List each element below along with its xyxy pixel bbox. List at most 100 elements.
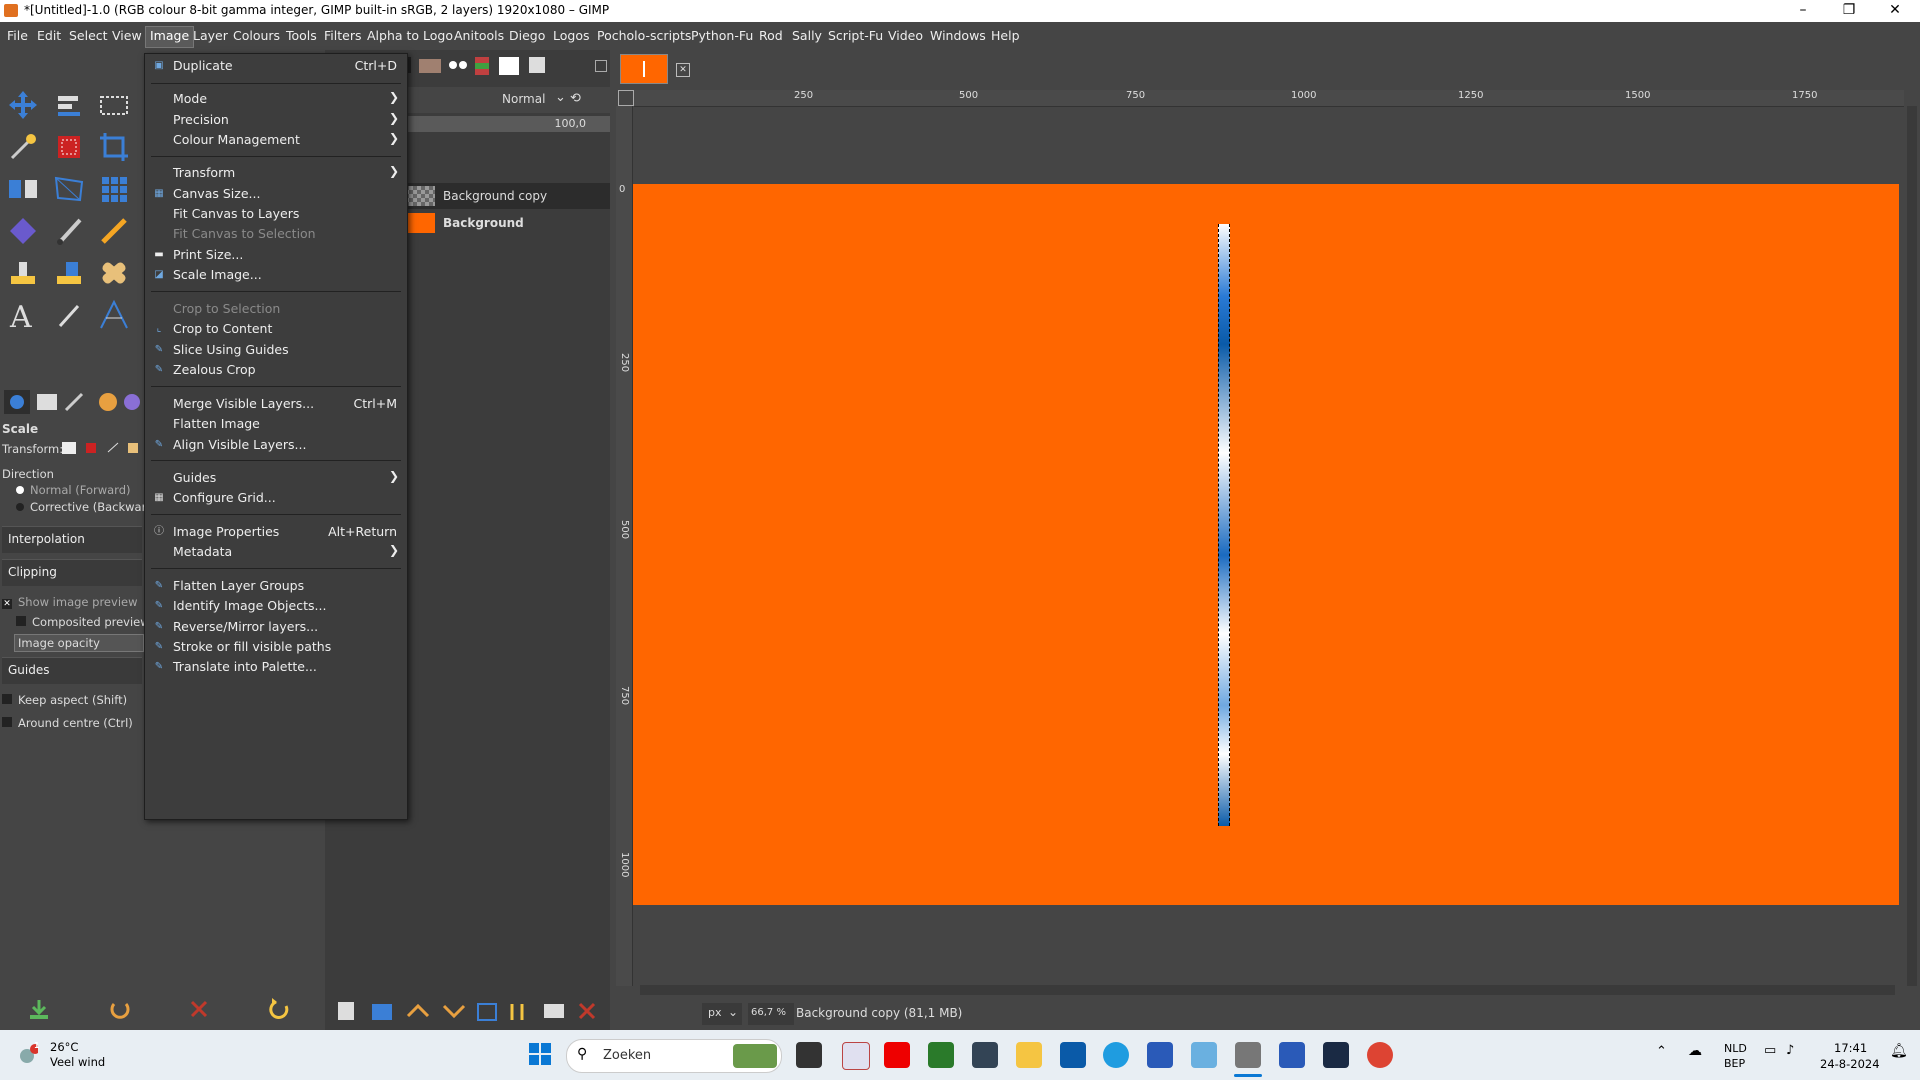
layer-mode-select[interactable]: Normal	[502, 92, 545, 106]
tray-chevron-icon[interactable]: ⌃	[1656, 1044, 1667, 1059]
menu-alpha-to-logo[interactable]: Alpha to Logo	[367, 28, 453, 46]
menu-item-scale-image[interactable]: ◪ Scale Image...	[145, 263, 407, 287]
volume-icon[interactable]: ♪	[1786, 1043, 1794, 1058]
guides-dropdown[interactable]: Guides	[2, 657, 142, 684]
menu-python-fu[interactable]: Python-Fu	[691, 28, 753, 46]
image-tab-thumbnail[interactable]	[620, 54, 668, 84]
clock-time[interactable]: 17:41	[1834, 1041, 1867, 1055]
perspective-tool-icon[interactable]	[52, 172, 86, 206]
image-opacity-slider[interactable]: Image opacity	[14, 634, 144, 652]
menu-sally[interactable]: Sally	[792, 28, 822, 46]
around-centre-checkbox[interactable]: Around centre (Ctrl)	[2, 716, 133, 730]
windows-start-icon[interactable]	[528, 1042, 552, 1066]
unified-transform-icon[interactable]	[6, 172, 40, 206]
app-icon[interactable]	[928, 1042, 954, 1068]
move-tool-icon[interactable]	[6, 88, 40, 122]
menu-pocholo-scripts[interactable]: Pocholo-scripts	[597, 28, 691, 46]
menu-item-metadata[interactable]: Metadata ❯	[145, 540, 407, 564]
menu-colours[interactable]: Colours	[233, 28, 280, 46]
word-icon[interactable]	[1279, 1042, 1305, 1068]
save-options-icon[interactable]	[26, 996, 52, 1022]
horizontal-ruler[interactable]: 250 500 750 1000 1250 1500 1750	[634, 90, 1904, 107]
restore-options-icon[interactable]	[106, 996, 132, 1022]
task-view-icon[interactable]	[796, 1042, 822, 1068]
foreground-select-icon[interactable]	[52, 130, 86, 164]
heal-tool-icon[interactable]	[97, 256, 131, 290]
vertical-scrollbar[interactable]	[1907, 106, 1917, 986]
composited-preview-checkbox[interactable]: Composited preview	[16, 615, 150, 629]
app-icon[interactable]	[1323, 1042, 1349, 1068]
app-icon[interactable]	[972, 1042, 998, 1068]
direction-normal-radio[interactable]: Normal (Forward)	[16, 483, 131, 497]
zoom-select[interactable]: 66,7 %	[748, 1003, 794, 1025]
menu-item-configure-grid[interactable]: ▦ Configure Grid...	[145, 486, 407, 510]
align-tool-icon[interactable]	[52, 88, 86, 122]
paintbrush-icon[interactable]	[52, 214, 86, 248]
quickmask-icon[interactable]	[618, 90, 634, 106]
clipping-dropdown[interactable]: Clipping	[2, 559, 142, 586]
panel-menu-icon[interactable]	[595, 60, 607, 72]
layer-stroke[interactable]	[1218, 224, 1230, 826]
direction-corrective-radio[interactable]: Corrective (Backward)	[16, 500, 158, 514]
menu-video[interactable]: Video	[888, 28, 923, 46]
menu-file[interactable]: File	[7, 28, 28, 46]
notification-bell-icon[interactable]: 🔔︎	[1890, 1043, 1908, 1059]
text-tool-icon[interactable]: A	[6, 298, 40, 335]
keep-aspect-checkbox[interactable]: Keep aspect (Shift)	[2, 693, 127, 707]
menu-logos[interactable]: Logos	[553, 28, 590, 46]
menu-item-colour-management[interactable]: Colour Management ❯	[145, 128, 407, 152]
maximize-button[interactable]: ❐	[1826, 0, 1872, 22]
minimize-button[interactable]: –	[1780, 0, 1826, 22]
paths-tool-icon[interactable]	[97, 298, 131, 332]
onedrive-icon[interactable]: ☁	[1688, 1043, 1702, 1059]
bucket-fill-icon[interactable]	[6, 214, 40, 248]
lang-code[interactable]: NLD	[1724, 1042, 1747, 1055]
menu-script-fu[interactable]: Script-Fu	[828, 28, 883, 46]
menu-layer[interactable]: Layer	[193, 28, 228, 46]
network-icon[interactable]: ▭	[1764, 1043, 1776, 1058]
menu-rod[interactable]: Rod	[759, 28, 783, 46]
chrome-icon[interactable]	[1367, 1042, 1393, 1068]
image-tab-close-icon[interactable]: ✕	[676, 63, 690, 77]
vertical-ruler[interactable]: 0 250 500 750 1000	[616, 106, 633, 986]
menu-diego[interactable]: Diego	[509, 28, 545, 46]
show-preview-checkbox[interactable]: ✕ Show image preview	[2, 595, 138, 609]
menu-image[interactable]: Image	[145, 26, 195, 48]
crop-tool-icon[interactable]	[97, 130, 131, 164]
file-explorer-icon[interactable]	[1016, 1042, 1042, 1068]
reset-options-icon[interactable]	[266, 996, 292, 1022]
store-icon[interactable]	[1147, 1042, 1173, 1068]
color-picker-icon[interactable]	[52, 298, 86, 332]
delete-options-icon[interactable]	[186, 996, 212, 1022]
menu-tools[interactable]: Tools	[286, 28, 317, 46]
warp-transform-icon[interactable]	[97, 172, 131, 206]
menu-item-zealous-crop[interactable]: ✎ Zealous Crop	[145, 358, 407, 382]
menu-windows[interactable]: Windows	[930, 28, 986, 46]
menu-view[interactable]: View	[112, 28, 142, 46]
mode-reset-icon[interactable]: ⟲	[570, 91, 581, 106]
image-canvas[interactable]	[633, 184, 1899, 905]
menu-item-duplicate[interactable]: ▣ Duplicate Ctrl+D	[145, 54, 407, 78]
menu-help[interactable]: Help	[991, 28, 1020, 46]
menu-edit[interactable]: Edit	[37, 28, 61, 46]
transform-mode-buttons[interactable]	[60, 440, 140, 456]
pencil-icon[interactable]	[97, 214, 131, 248]
clone-tool-icon[interactable]	[6, 256, 40, 290]
menu-filters[interactable]: Filters	[324, 28, 361, 46]
gimp-taskbar-icon[interactable]	[1235, 1042, 1261, 1068]
search-box[interactable]: ⚲ Zoeken	[566, 1039, 782, 1073]
edge-icon[interactable]	[1103, 1042, 1129, 1068]
menu-anitools[interactable]: Anitools	[454, 28, 504, 46]
fuzzy-select-icon[interactable]	[6, 130, 40, 164]
rect-select-icon[interactable]	[97, 88, 131, 122]
menu-item-align-visible[interactable]: ✎ Align Visible Layers...	[145, 433, 407, 457]
unit-select[interactable]: px ⌄	[702, 1003, 742, 1025]
menu-item-translate-palette[interactable]: ✎ Translate into Palette...	[145, 655, 407, 679]
app-icon[interactable]	[1191, 1042, 1217, 1068]
interpolation-dropdown[interactable]: Interpolation	[2, 526, 142, 553]
perspective-clone-icon[interactable]	[52, 256, 86, 290]
snipping-tool-icon[interactable]	[842, 1042, 870, 1070]
menu-select[interactable]: Select	[69, 28, 108, 46]
horizontal-scrollbar[interactable]	[640, 985, 1895, 995]
outlook-icon[interactable]	[1060, 1042, 1086, 1068]
